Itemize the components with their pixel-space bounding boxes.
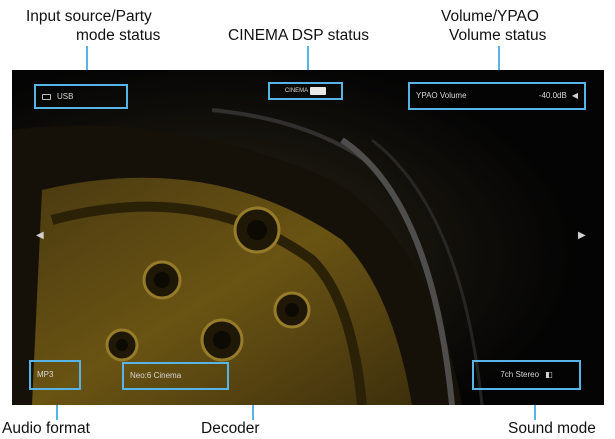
input-source-icon	[42, 93, 51, 100]
osd-sound-mode: 7ch Stereo ◧	[472, 360, 581, 390]
osd-input-text: USB	[57, 91, 74, 101]
label-input-source-line2: mode status	[76, 27, 161, 44]
osd-audio-format-text: MP3	[37, 370, 54, 379]
dsp-indicator-icon	[310, 87, 327, 95]
osd-decoder-text: Neo:6 Cinema	[130, 371, 182, 380]
osd-audio-format: MP3	[29, 360, 81, 390]
osd-dsp-text: CINEMA	[284, 88, 309, 94]
label-decoder: Decoder	[201, 420, 260, 437]
background-photo	[12, 70, 604, 405]
label-sound-mode: Sound mode	[508, 420, 596, 437]
tv-screen: USB CINEMA YPAO Volume -40.0dB ◀ ◀ ▶ MP3…	[12, 70, 604, 405]
osd-volume-value: -40.0dB	[538, 91, 567, 100]
speaker-icon: ◀	[571, 91, 578, 100]
label-volume-line2: Volume status	[449, 27, 547, 44]
right-arrow-icon: ▶	[578, 230, 586, 241]
osd-ypao-text: YPAO Volume	[416, 91, 467, 100]
osd-volume: YPAO Volume -40.0dB ◀	[408, 82, 586, 110]
label-audio-format: Audio format	[2, 420, 90, 437]
label-input-source-line1: Input source/Party	[26, 8, 152, 25]
osd-decoder: Neo:6 Cinema	[122, 362, 229, 390]
label-cinema-dsp: CINEMA DSP status	[228, 27, 369, 44]
headphone-icon: ◧	[545, 370, 553, 379]
osd-cinema-dsp: CINEMA	[268, 82, 343, 100]
osd-input-source: USB	[34, 84, 128, 109]
osd-sound-mode-text: 7ch Stereo	[500, 370, 540, 379]
left-arrow-icon: ◀	[36, 230, 44, 241]
label-volume-line1: Volume/YPAO	[441, 8, 539, 25]
